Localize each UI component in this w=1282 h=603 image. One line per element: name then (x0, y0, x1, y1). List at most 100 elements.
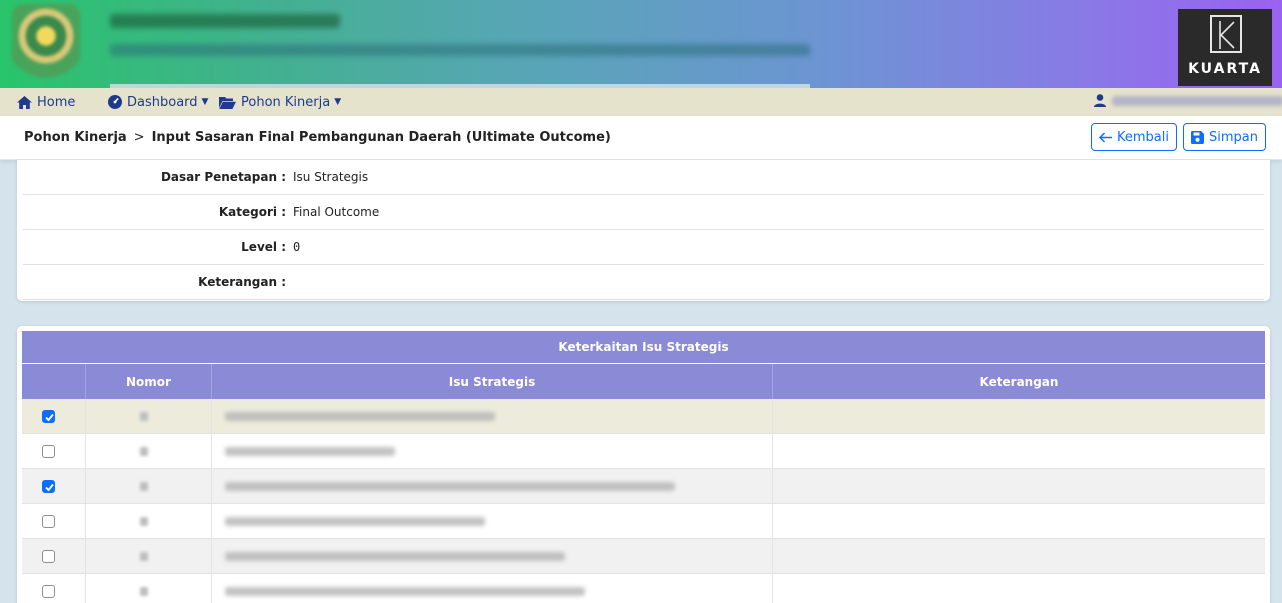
nomor-redacted (140, 482, 148, 491)
info-card: Dasar Penetapan : Isu Strategis Kategori… (17, 160, 1270, 301)
row-nomor-cell (86, 504, 212, 539)
row-isu-cell (212, 539, 773, 574)
kuarta-logo: KUARTA (1178, 9, 1272, 86)
row-checkbox[interactable] (42, 445, 55, 458)
row-isu-cell (212, 504, 773, 539)
back-button[interactable]: Kembali (1091, 123, 1177, 151)
table-header-row: Nomor Isu Strategis Keterangan (22, 364, 1265, 399)
row-checkbox[interactable] (42, 550, 55, 563)
info-label: Level : (241, 240, 286, 254)
table-title: Keterkaitan Isu Strategis (22, 331, 1265, 364)
home-icon (17, 95, 32, 109)
isu-text-redacted (225, 587, 585, 596)
breadcrumb-separator: > (133, 130, 145, 145)
breadcrumb-bar: Pohon Kinerja > Input Sasaran Final Pemban… (0, 116, 1282, 160)
row-select-cell (22, 434, 86, 469)
breadcrumb-parent[interactable]: Pohon Kinerja (24, 130, 127, 145)
nomor-redacted (140, 412, 148, 421)
row-isu-cell (212, 434, 773, 469)
nav-home-label: Home (37, 94, 76, 110)
info-value: Final Outcome (293, 205, 380, 219)
save-button[interactable]: Simpan (1183, 123, 1266, 151)
isu-text-redacted (225, 482, 675, 491)
nav-dashboard[interactable]: Dashboard ▼ (108, 93, 208, 111)
isu-text-redacted (225, 552, 565, 561)
save-button-label: Simpan (1209, 129, 1258, 145)
nav-pohon-kinerja-label: Pohon Kinerja (241, 94, 331, 110)
row-select-cell (22, 504, 86, 539)
breadcrumb: Pohon Kinerja > Input Sasaran Final Pemban… (24, 130, 611, 145)
isu-text-redacted (225, 447, 395, 456)
checkmark-icon (45, 413, 54, 422)
row-keterangan-cell (773, 434, 1265, 469)
row-nomor-cell (86, 434, 212, 469)
info-value: 0 (293, 240, 301, 254)
username-redacted (1112, 95, 1282, 106)
row-keterangan-cell (773, 504, 1265, 539)
row-checkbox[interactable] (42, 480, 55, 493)
app-subtitle-redacted (110, 44, 810, 56)
info-label: Dasar Penetapan : (160, 170, 286, 184)
column-header-keterangan: Keterangan (979, 374, 1059, 389)
checkmark-icon (45, 483, 54, 492)
row-nomor-cell (86, 399, 212, 434)
floppy-disk-icon (1191, 130, 1204, 144)
row-keterangan-cell (773, 574, 1265, 603)
isu-strategis-table-card: Keterkaitan Isu Strategis Nomor Isu Stra… (17, 326, 1270, 603)
nav-dashboard-label: Dashboard (127, 94, 198, 110)
info-row-dasar-penetapan: Dasar Penetapan : Isu Strategis (23, 160, 1264, 195)
info-row-level: Level : 0 (23, 230, 1264, 265)
info-row-kategori: Kategori : Final Outcome (23, 195, 1264, 230)
table-row[interactable] (22, 434, 1265, 469)
folder-open-icon (219, 96, 236, 109)
government-title-redacted (110, 14, 340, 28)
row-nomor-cell (86, 539, 212, 574)
info-value: Isu Strategis (293, 170, 369, 184)
nomor-redacted (140, 447, 148, 456)
info-label: Keterangan : (198, 275, 286, 289)
table-row[interactable] (22, 539, 1265, 574)
nomor-redacted (140, 517, 148, 526)
table-row[interactable] (22, 399, 1265, 434)
info-label: Kategori : (218, 205, 286, 219)
row-nomor-cell (86, 574, 212, 603)
isu-text-redacted (225, 412, 495, 421)
table-row[interactable] (22, 469, 1265, 504)
row-select-cell (22, 469, 86, 504)
row-select-cell (22, 574, 86, 603)
column-header-isu-strategis: Isu Strategis (212, 364, 773, 399)
kuarta-k-icon (1210, 15, 1242, 53)
user-icon (1094, 94, 1106, 107)
row-select-cell (22, 539, 86, 574)
column-header-nomor: Nomor (86, 364, 212, 399)
row-keterangan-cell (773, 469, 1265, 504)
row-nomor-cell (86, 469, 212, 504)
row-select-cell (22, 399, 86, 434)
nav-pohon-kinerja[interactable]: Pohon Kinerja ▼ (219, 93, 341, 111)
province-logo (12, 4, 80, 84)
row-checkbox[interactable] (42, 515, 55, 528)
kuarta-wordmark: KUARTA (1188, 61, 1262, 77)
top-navbar: Home Dashboard ▼ Pohon Kinerja ▼ (0, 88, 1282, 116)
row-isu-cell (212, 469, 773, 504)
breadcrumb-current: Input Sasaran Final Pembangunan Daerah (… (151, 130, 611, 145)
chevron-down-icon: ▼ (334, 97, 342, 107)
back-button-label: Kembali (1117, 129, 1169, 145)
row-keterangan-cell (773, 539, 1265, 574)
info-row-keterangan: Keterangan : (23, 265, 1264, 300)
table-row[interactable] (22, 504, 1265, 539)
user-menu[interactable] (1094, 94, 1282, 107)
header-banner: KUARTA (0, 0, 1282, 88)
arrow-left-icon (1099, 131, 1112, 143)
row-checkbox[interactable] (42, 410, 55, 423)
table-row[interactable] (22, 574, 1265, 603)
row-checkbox[interactable] (42, 585, 55, 598)
nomor-redacted (140, 587, 148, 596)
nomor-redacted (140, 552, 148, 561)
row-isu-cell (212, 574, 773, 603)
column-header-select (22, 364, 86, 399)
nav-home[interactable]: Home (17, 93, 75, 111)
chevron-down-icon: ▼ (201, 97, 209, 107)
row-keterangan-cell (773, 399, 1265, 434)
row-isu-cell (212, 399, 773, 434)
